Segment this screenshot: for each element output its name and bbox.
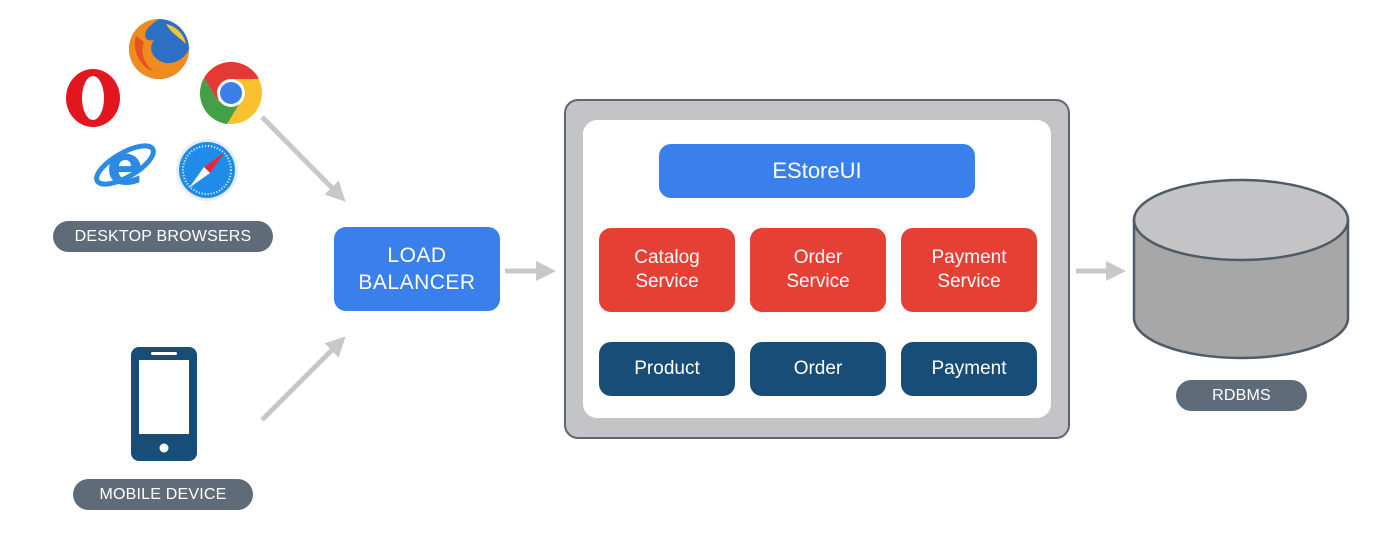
order-service-box: Order Service [750, 228, 886, 312]
catalog-service-line1: Catalog [634, 247, 700, 268]
svg-text:e: e [107, 134, 144, 197]
safari-icon [175, 138, 239, 207]
rdbms-label: RDBMS [1176, 380, 1307, 411]
estore-ui-box: EStoreUI [659, 144, 975, 198]
desktop-browsers-label: DESKTOP BROWSERS [53, 221, 273, 252]
payment-service-box: Payment Service [901, 228, 1037, 312]
order-model-box: Order [750, 342, 886, 396]
load-balancer-box: LOAD BALANCER [334, 227, 500, 311]
load-balancer-line2: BALANCER [358, 271, 476, 294]
order-service-line1: Order [793, 247, 843, 268]
firefox-icon [126, 16, 192, 87]
product-model-box: Product [599, 342, 735, 396]
opera-icon [64, 68, 122, 133]
load-balancer-line1: LOAD [387, 244, 447, 267]
order-service-line2: Service [786, 271, 850, 292]
internet-explorer-icon: e [91, 132, 159, 203]
database-cylinder-icon [1132, 178, 1350, 367]
payment-model-box: Payment [901, 342, 1037, 396]
arrow-mobile-to-lb [260, 336, 346, 422]
payment-service-line2: Service [937, 271, 1001, 292]
mobile-device-label: MOBILE DEVICE [73, 479, 253, 510]
payment-service-line1: Payment [931, 247, 1007, 268]
catalog-service-line2: Service [635, 271, 699, 292]
catalog-service-box: Catalog Service [599, 228, 735, 312]
arrow-desktop-to-lb [260, 115, 346, 202]
chrome-icon [199, 61, 263, 130]
smartphone-icon [131, 347, 197, 466]
